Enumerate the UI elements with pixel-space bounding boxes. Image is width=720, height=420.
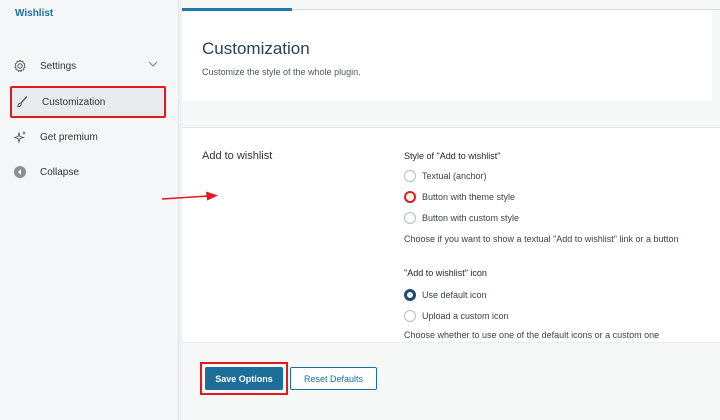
- sidebar-item-label: Collapse: [40, 166, 79, 178]
- annotation-arrow-icon: [162, 191, 218, 201]
- sidebar-item-label: Settings: [40, 60, 77, 72]
- options-card: Add to wishlist Style of "Add to wishlis…: [182, 127, 720, 342]
- sparkle-icon: [12, 129, 28, 145]
- brush-icon: [14, 94, 30, 110]
- sidebar-brand[interactable]: Wishlist: [15, 8, 53, 19]
- page-title: Customization: [202, 39, 310, 58]
- sidebar-item-collapse[interactable]: Collapse: [10, 156, 166, 188]
- tab-strip: [182, 0, 720, 11]
- sidebar-item-label: Customization: [42, 96, 106, 108]
- radio-textual-anchor[interactable]: Textual (anchor): [404, 168, 487, 184]
- radio-label: Button with theme style: [422, 192, 516, 202]
- header-card: Customization Customize the style of the…: [182, 11, 712, 101]
- radio-label: Upload a custom icon: [422, 311, 509, 321]
- radio-label: Textual (anchor): [422, 171, 487, 181]
- gear-icon: [12, 58, 28, 74]
- save-options-button[interactable]: Save Options: [205, 367, 283, 390]
- sidebar-item-get-premium[interactable]: Get premium: [10, 121, 166, 153]
- radio-button-theme-style[interactable]: Button with theme style: [404, 189, 515, 205]
- radio-button-custom-style[interactable]: Button with custom style: [404, 210, 519, 226]
- sidebar-item-customization[interactable]: Customization: [10, 86, 166, 118]
- radio-label: Button with custom style: [422, 213, 520, 223]
- footer-actions: Save Options Reset Defaults: [182, 342, 720, 420]
- radio-circle[interactable]: [404, 212, 416, 224]
- page-subtitle: Customize the style of the whole plugin.: [202, 67, 361, 77]
- section-label: Add to wishlist: [202, 150, 273, 162]
- radio-circle[interactable]: [404, 170, 416, 182]
- style-field-title: Style of "Add to wishlist": [404, 151, 501, 161]
- radio-use-default-icon[interactable]: Use default icon: [404, 287, 487, 303]
- sidebar-item-label: Get premium: [40, 131, 98, 143]
- main-panel: Customization Customize the style of the…: [182, 0, 720, 420]
- radio-upload-custom-icon[interactable]: Upload a custom icon: [404, 308, 509, 324]
- style-help-text: Choose if you want to show a textual "Ad…: [404, 234, 679, 244]
- icon-help-text: Choose whether to use one of the default…: [404, 330, 660, 340]
- sidebar: Wishlist Settings Customization Get prem…: [0, 0, 179, 420]
- radio-circle-selected[interactable]: [404, 289, 416, 301]
- sidebar-item-settings[interactable]: Settings: [10, 50, 166, 82]
- radio-circle-selected[interactable]: [404, 191, 416, 203]
- chevron-down-icon[interactable]: [148, 60, 158, 71]
- collapse-icon: [12, 164, 28, 180]
- radio-label: Use default icon: [422, 290, 487, 300]
- icon-field-title: "Add to wishlist" icon: [404, 268, 487, 278]
- radio-circle[interactable]: [404, 310, 416, 322]
- reset-defaults-button[interactable]: Reset Defaults: [290, 367, 377, 390]
